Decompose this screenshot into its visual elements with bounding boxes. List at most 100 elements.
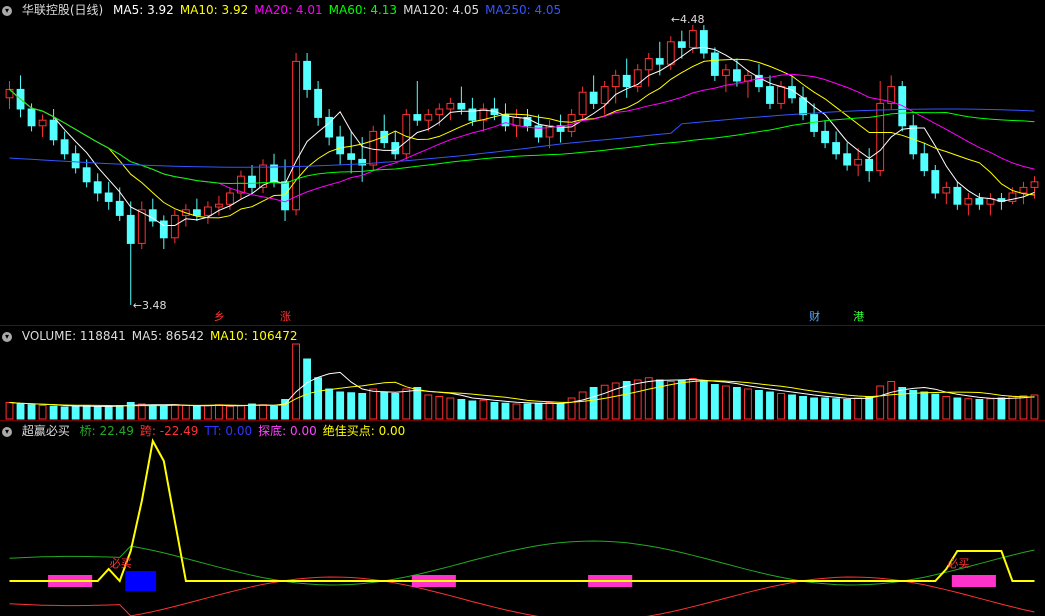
candle — [876, 81, 885, 177]
volume-bar — [226, 405, 234, 420]
volume-bar — [699, 381, 708, 420]
indicator-legend-item: 跨: -22.49 — [139, 424, 199, 438]
candle — [281, 159, 289, 221]
candle — [909, 114, 918, 160]
volume-chart-panel[interactable]: ▾ VOLUME: 118841 MA5: 86542 MA10: 106472 — [0, 325, 1045, 421]
volume-bar — [325, 388, 334, 420]
volume-bar — [931, 393, 940, 420]
volume-bar — [435, 396, 444, 420]
volume-bar — [413, 387, 422, 420]
ma-legend-item: MA60: 4.13 — [328, 3, 398, 17]
candle — [104, 181, 113, 210]
volume-bar — [192, 405, 201, 420]
candle — [843, 142, 852, 171]
candle — [887, 75, 896, 109]
candle — [325, 109, 334, 146]
volume-bar — [347, 392, 356, 420]
volume-bar — [501, 402, 510, 420]
volume-bar — [732, 387, 741, 420]
candle — [633, 64, 642, 93]
candle-body — [347, 153, 356, 160]
candle — [578, 86, 587, 121]
volume-bar — [600, 384, 609, 420]
candle-body — [413, 114, 422, 121]
volume-bar — [446, 397, 455, 420]
candle-body — [170, 214, 179, 239]
candle-body — [865, 158, 874, 172]
volume-bar — [876, 385, 885, 420]
candle — [148, 198, 157, 227]
candle — [336, 125, 345, 165]
candle-body — [578, 91, 587, 116]
volume-bar — [159, 405, 168, 420]
candle-body — [115, 200, 124, 216]
candle-body — [777, 86, 785, 104]
event-mark[interactable]: 乡 — [213, 308, 226, 324]
event-mark[interactable]: 财 — [808, 308, 821, 324]
candle — [49, 109, 58, 146]
candle — [303, 53, 312, 98]
candle — [126, 201, 135, 305]
candle — [60, 131, 69, 160]
volume-bar — [38, 405, 47, 420]
volume-bar — [986, 398, 995, 420]
volume-bar — [259, 404, 267, 420]
volume-bar — [270, 405, 278, 420]
candle-body — [766, 86, 774, 104]
stock-title: 华联控股(日线) — [21, 3, 104, 17]
candle-body — [248, 175, 256, 188]
candle — [545, 120, 554, 149]
candle — [953, 181, 962, 210]
candle-body — [93, 181, 102, 194]
candle-body — [699, 30, 708, 54]
candle-body — [49, 119, 58, 141]
volume-bar — [5, 402, 14, 420]
volume-bar — [314, 377, 323, 420]
indicator-chart[interactable]: 必买 必买 — [0, 421, 1045, 616]
indicator-legend: ▾ 超赢必买 桥: 22.49 跨: -22.49 TT: 0.00 探底: 0.00… — [2, 423, 417, 439]
candle-body — [137, 209, 146, 244]
chevron-down-icon[interactable]: ▾ — [2, 426, 12, 437]
candle-body — [975, 198, 984, 205]
event-mark[interactable]: 涨 — [279, 308, 292, 324]
volume-bar — [666, 381, 675, 420]
volume-bar — [744, 388, 752, 420]
chevron-down-icon[interactable]: ▾ — [2, 331, 12, 342]
price-chart-panel[interactable]: ▾ 华联控股(日线) MA5: 3.92 MA10: 3.92 MA20: 4.01… — [0, 0, 1045, 325]
candle — [479, 103, 488, 132]
volume-bar — [677, 379, 686, 420]
candle-body — [821, 130, 830, 144]
volume-bar — [358, 393, 367, 420]
candle-body — [71, 153, 80, 169]
candle-body — [435, 108, 444, 116]
candle-body — [292, 60, 300, 211]
candle — [314, 81, 323, 126]
candle-body — [721, 69, 730, 76]
event-mark[interactable]: 港 — [852, 308, 865, 324]
candle-body — [303, 60, 312, 90]
volume-bar — [237, 405, 245, 420]
candle — [512, 109, 521, 137]
volume-bar — [137, 403, 146, 420]
candle-body — [710, 52, 719, 76]
volume-bar — [457, 399, 466, 420]
candle — [38, 114, 47, 137]
candle — [347, 131, 356, 174]
volume-bar — [898, 387, 907, 420]
volume-bar — [688, 378, 697, 420]
volume-bar — [214, 404, 223, 420]
candlestick-chart[interactable]: ←4.48 ←3.48 — [0, 0, 1045, 325]
chevron-down-icon[interactable]: ▾ — [2, 5, 12, 16]
indicator-chart-panel[interactable]: ▾ 超赢必买 桥: 22.49 跨: -22.49 TT: 0.00 探底: 0.00… — [0, 420, 1045, 616]
candle-body — [214, 203, 223, 208]
volume-bar — [104, 405, 113, 420]
volume-bar — [644, 377, 653, 420]
volume-bar — [721, 385, 730, 420]
volume-bar — [534, 402, 543, 420]
volume-bar — [920, 391, 929, 420]
candle-body — [402, 114, 411, 155]
volume-bar — [997, 397, 1006, 420]
volume-bar — [633, 379, 642, 420]
candle-body — [622, 74, 631, 88]
candle-body — [688, 30, 697, 48]
